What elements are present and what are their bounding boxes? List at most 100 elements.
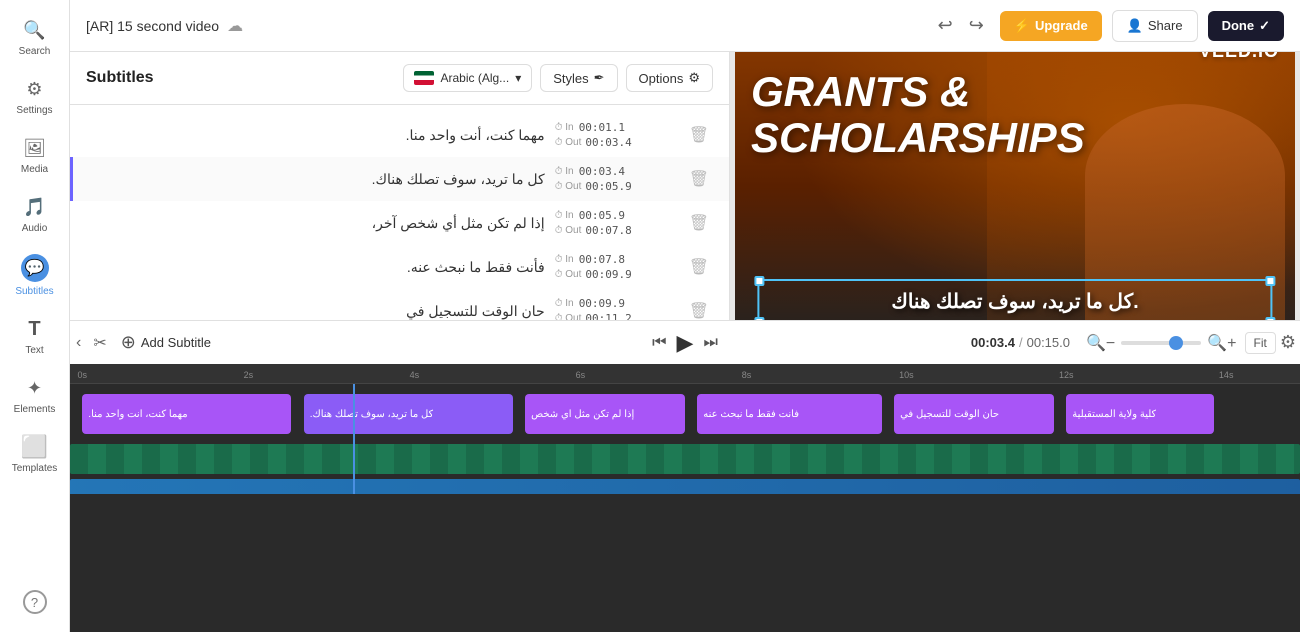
time-out-row-5: ⏱ Out 00:11.2 bbox=[555, 312, 632, 320]
subtitle-entry-4[interactable]: 🗑 ⏱ In 00:07.8 ⏱ Out 00:09.9 فأنت فقط ما… bbox=[70, 245, 729, 289]
subtitles-icon: 💬 bbox=[21, 254, 49, 282]
sidebar: 🔍 Search ⚙ Settings 🖼 Media 🎵 Audio 💬 Su… bbox=[0, 0, 70, 632]
sidebar-item-media[interactable]: 🖼 Media bbox=[0, 126, 69, 185]
subtitle-entry-2[interactable]: 🗑 ⏱ In 00:03.4 ⏱ Out 00:05.9 كل ما تريد،… bbox=[70, 157, 729, 201]
subtitle-track-2[interactable]: كل ما تريد، سوف تصلك هناك. bbox=[304, 394, 513, 434]
subtitle-text-3[interactable]: إذا لم تكن مثل أي شخص آخر، bbox=[89, 213, 545, 234]
zoom-controls: 🔍− 🔍+ bbox=[1078, 333, 1245, 353]
time-in-row-1: ⏱ In 00:01.1 bbox=[555, 121, 625, 134]
language-select[interactable]: Arabic (Alg... ▾ bbox=[403, 64, 532, 92]
sidebar-item-help[interactable]: ? bbox=[0, 580, 69, 624]
sidebar-item-label: Templates bbox=[12, 463, 58, 474]
ruler-tick-12s: 12s bbox=[1059, 370, 1074, 380]
share-label: Share bbox=[1148, 18, 1183, 33]
flag-icon bbox=[414, 71, 434, 85]
sidebar-item-audio[interactable]: 🎵 Audio bbox=[0, 185, 69, 244]
zoom-thumb[interactable] bbox=[1169, 336, 1183, 350]
subtitle-times-5: ⏱ In 00:09.9 ⏱ Out 00:11.2 bbox=[555, 297, 675, 320]
subtitle-track-text-3: إذا لم تكن مثل أي شخص bbox=[531, 409, 634, 420]
skip-back-button[interactable]: ⏮ bbox=[652, 334, 666, 352]
timeline-settings-button[interactable]: ⚙ bbox=[1276, 328, 1300, 357]
subtitle-entry-3[interactable]: 🗑 ⏱ In 00:05.9 ⏱ Out 00:07.8 إذا لم تكن … bbox=[70, 201, 729, 245]
play-button[interactable]: ▶ bbox=[677, 330, 694, 356]
subtitle-track-text-4: فأنت فقط ما نبحث عنه bbox=[703, 409, 799, 420]
ruler-tick-10s: 10s bbox=[899, 370, 914, 380]
subtitle-selection-box: كل ما تريد، سوف تصلك هناك. bbox=[757, 279, 1272, 321]
zoom-in-button[interactable]: 🔍+ bbox=[1207, 333, 1236, 353]
zoom-slider[interactable] bbox=[1121, 341, 1201, 345]
chevron-down-icon: ▾ bbox=[515, 71, 521, 85]
video-panel: VEED.IO GRANTS & SCHOLARSHIPS كل ما تريد… bbox=[730, 52, 1300, 320]
time-display: 00:03.4 / 00:15.0 bbox=[971, 335, 1078, 350]
done-button[interactable]: Done ✓ bbox=[1208, 11, 1284, 41]
ruler-tick-14s: 14s bbox=[1219, 370, 1234, 380]
video-track bbox=[70, 444, 1300, 474]
ruler-tick-8s: 8s bbox=[742, 370, 752, 380]
subtitle-text-4[interactable]: فأنت فقط ما نبحث عنه. bbox=[89, 257, 545, 278]
subtitle-track-3[interactable]: إذا لم تكن مثل أي شخص bbox=[525, 394, 685, 434]
upgrade-button[interactable]: ⚡ Upgrade bbox=[1000, 11, 1102, 41]
subtitle-track-4[interactable]: فأنت فقط ما نبحث عنه bbox=[697, 394, 882, 434]
time-out-row-3: ⏱ Out 00:07.8 bbox=[555, 224, 632, 237]
done-label: Done bbox=[1222, 18, 1255, 33]
playhead[interactable] bbox=[353, 384, 355, 494]
subtitle-entry-1[interactable]: 🗑 ⏱ In 00:01.1 ⏱ Out 00:03.4 مهما كنت، أ… bbox=[70, 113, 729, 157]
sidebar-item-label: Elements bbox=[14, 404, 56, 415]
subtitle-entry-5[interactable]: 🗑 ⏱ In 00:09.9 ⏱ Out 00:11.2 حان الوقت ل… bbox=[70, 289, 729, 320]
subtitle-track-6[interactable]: كلية ولاية المستقبلية bbox=[1066, 394, 1214, 434]
sidebar-item-text[interactable]: T Text bbox=[0, 307, 69, 366]
fit-button[interactable]: Fit bbox=[1245, 332, 1276, 354]
templates-icon: ⬜ bbox=[23, 435, 47, 459]
subtitle-text-5[interactable]: حان الوقت للتسجيل في bbox=[89, 301, 545, 321]
zoom-out-button[interactable]: 🔍− bbox=[1086, 333, 1115, 353]
timeline-tracks: مهما كنت، أنت واحد منا. كل ما تريد، سوف … bbox=[70, 384, 1300, 494]
language-label: Arabic (Alg... bbox=[440, 71, 509, 85]
delete-subtitle-4[interactable]: 🗑 bbox=[685, 255, 713, 279]
video-preview: VEED.IO GRANTS & SCHOLARSHIPS كل ما تريد… bbox=[730, 52, 1300, 320]
sidebar-item-templates[interactable]: ⬜ Templates bbox=[0, 425, 69, 484]
timeline-body: 0s 2s 4s 6s 8s 10s 12s 14s مهما كنت، أنت… bbox=[70, 364, 1300, 632]
cut-button[interactable]: ✂ bbox=[87, 329, 112, 357]
audio-icon: 🎵 bbox=[23, 195, 47, 219]
veed-logo: VEED.IO bbox=[1199, 52, 1279, 62]
sidebar-item-label: Settings bbox=[16, 105, 52, 116]
sidebar-item-search[interactable]: 🔍 Search bbox=[0, 8, 69, 67]
subtitle-times-4: ⏱ In 00:07.8 ⏱ Out 00:09.9 bbox=[555, 253, 675, 281]
time-separator: / bbox=[1019, 335, 1023, 350]
undo-button[interactable]: ↩ bbox=[932, 11, 959, 40]
time-in-row-5: ⏱ In 00:09.9 bbox=[555, 297, 625, 310]
delete-subtitle-1[interactable]: 🗑 bbox=[685, 123, 713, 147]
delete-subtitle-5[interactable]: 🗑 bbox=[685, 299, 713, 320]
redo-button[interactable]: ↪ bbox=[963, 11, 990, 40]
subtitle-track-5[interactable]: حان الوقت للتسجيل في bbox=[894, 394, 1054, 434]
styles-button[interactable]: Styles ✒ bbox=[540, 64, 617, 92]
delete-subtitle-2[interactable]: 🗑 bbox=[685, 167, 713, 191]
options-label: Options bbox=[639, 71, 684, 86]
subtitle-text-2[interactable]: كل ما تريد، سوف تصلك هناك. bbox=[89, 169, 545, 190]
subtitle-text-1[interactable]: مهما كنت، أنت واحد منا. bbox=[89, 125, 545, 146]
content-area: Subtitles Arabic (Alg... ▾ Styles ✒ Opti… bbox=[70, 52, 1300, 320]
share-button[interactable]: 👤 Share bbox=[1112, 10, 1198, 42]
timeline-back-button[interactable]: ‹ bbox=[70, 330, 87, 356]
video-main-title: GRANTS & SCHOLARSHIPS bbox=[751, 69, 1215, 161]
subtitle-times-2: ⏱ In 00:03.4 ⏱ Out 00:05.9 bbox=[555, 165, 675, 193]
done-icon: ✓ bbox=[1259, 18, 1270, 34]
ruler-tick-6s: 6s bbox=[576, 370, 586, 380]
sidebar-item-subtitles[interactable]: 💬 Subtitles bbox=[0, 244, 69, 307]
timeline-toolbar: ‹ ✂ ⊕ Add Subtitle ⏮ ▶ ⏭ 00:03.4 / 00:15… bbox=[70, 320, 1300, 364]
skip-forward-button[interactable]: ⏭ bbox=[703, 334, 717, 352]
subtitle-list: 🗑 ⏱ In 00:01.1 ⏱ Out 00:03.4 مهما كنت، أ… bbox=[70, 105, 729, 320]
time-in-row-4: ⏱ In 00:07.8 bbox=[555, 253, 625, 266]
sidebar-item-settings[interactable]: ⚙ Settings bbox=[0, 67, 69, 126]
delete-subtitle-3[interactable]: 🗑 bbox=[685, 211, 713, 235]
total-time: 00:15.0 bbox=[1027, 335, 1070, 350]
options-button[interactable]: Options ⚙ bbox=[626, 64, 713, 92]
sidebar-item-elements[interactable]: ✦ Elements bbox=[0, 366, 69, 425]
subtitle-track-1[interactable]: مهما كنت، أنت واحد منا. bbox=[82, 394, 291, 434]
ruler-tick-2s: 2s bbox=[244, 370, 254, 380]
subtitle-track-text-2: كل ما تريد، سوف تصلك هناك. bbox=[310, 409, 434, 420]
subtitle-track-text-1: مهما كنت، أنت واحد منا. bbox=[88, 409, 187, 420]
upgrade-icon: ⚡ bbox=[1014, 18, 1030, 34]
sidebar-item-label: Audio bbox=[22, 223, 48, 234]
add-subtitle-button[interactable]: ⊕ Add Subtitle bbox=[113, 328, 219, 357]
